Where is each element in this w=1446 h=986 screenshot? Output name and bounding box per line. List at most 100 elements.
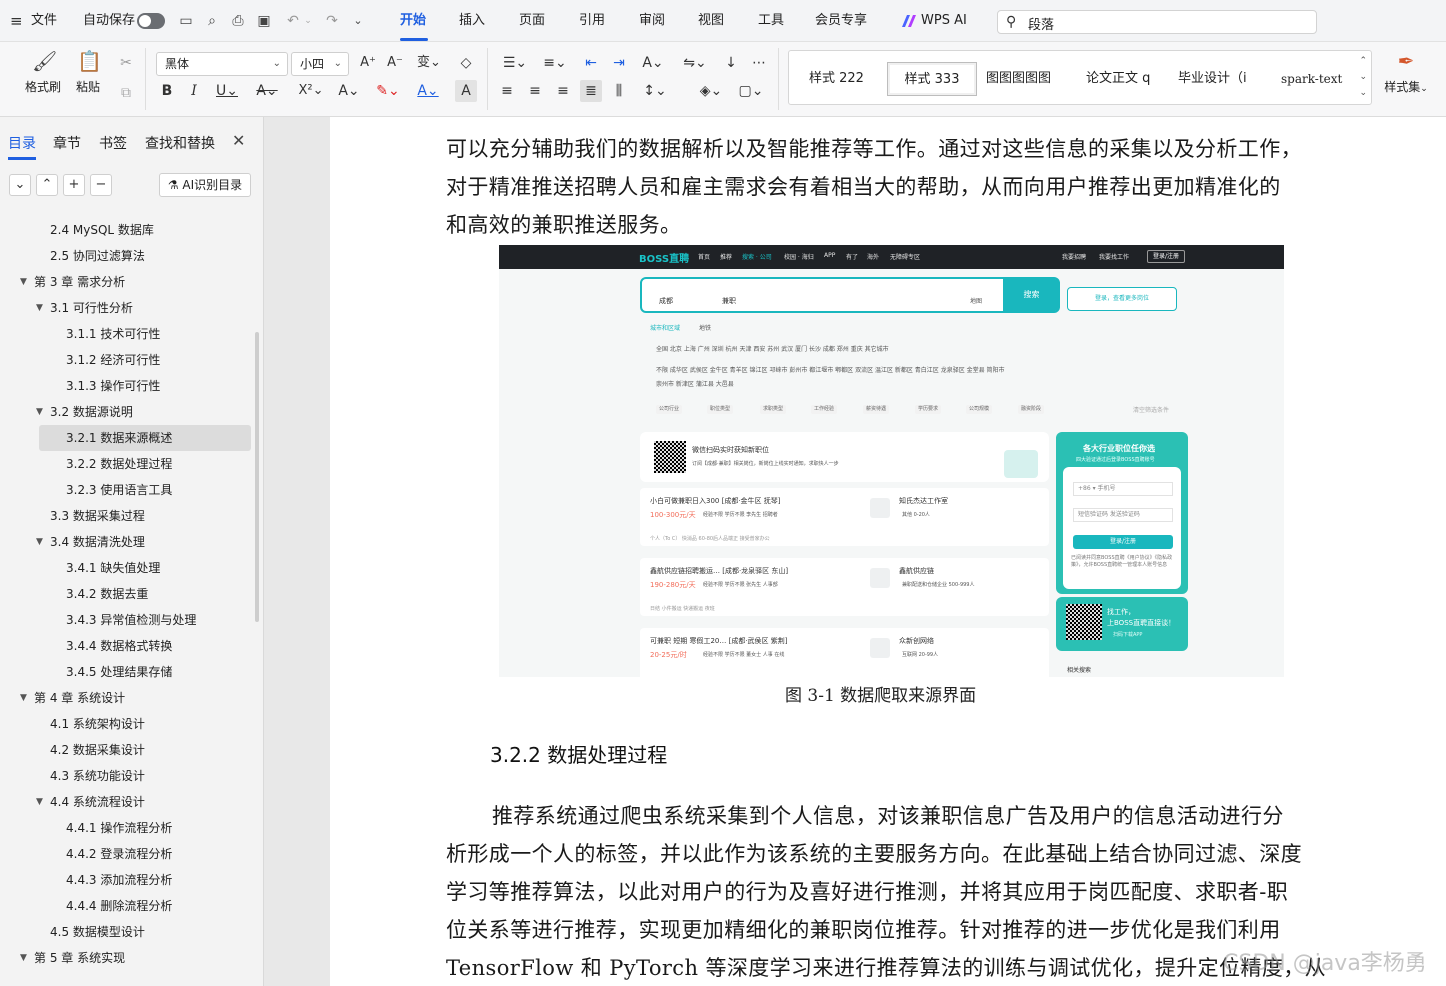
phonetic-guide-icon[interactable]: 变⌄ [414,52,444,74]
save-icon[interactable]: ▭ [178,14,194,28]
expand-up-button[interactable]: ⌃ [36,174,58,196]
nav-tab-chapter[interactable]: 章节 [53,133,81,153]
share-icon[interactable]: ⌕ [204,14,220,28]
paste-button[interactable]: 📋 粘贴 [66,50,110,95]
redo-icon[interactable]: ↷ [324,14,340,28]
undo-icon[interactable]: ↶ [285,14,301,28]
toc-item[interactable]: ▼ 第 3 章 需求分析 [0,269,258,295]
expand-triangle-icon[interactable]: ▼ [20,945,27,971]
tab-insert[interactable]: 插入 [459,0,485,42]
remove-heading-button[interactable]: − [90,174,112,196]
hamburger-icon[interactable]: ≡ [10,0,23,42]
toc-item[interactable]: 4.4.2 登录流程分析 [0,841,258,867]
gallery-down-icon[interactable]: ⌄ [1359,72,1367,82]
expand-triangle-icon[interactable]: ▼ [20,685,27,711]
print-preview-icon[interactable]: ▣ [256,14,272,28]
toc-item[interactable]: ▼ 3.1 可行性分析 [0,295,258,321]
style-set-button[interactable]: ✒ 样式集⌄ [1380,50,1432,95]
increase-indent-icon[interactable]: ⇥ [608,52,630,74]
toc-item[interactable]: 3.4.5 处理结果存储 [0,659,258,685]
toc-item[interactable]: 3.2.3 使用语言工具 [0,477,258,503]
sort-az-icon[interactable]: ↓ [720,52,742,74]
nav-tab-bookmark[interactable]: 书签 [99,133,127,153]
file-menu[interactable]: 文件 [31,0,57,42]
toc-item[interactable]: 3.4.3 异常值检测与处理 [0,607,258,633]
align-left-icon[interactable]: ≡ [496,80,518,102]
copy-icon[interactable]: ⧉ [115,82,137,104]
tab-member[interactable]: 会员专享 [815,0,867,42]
toc-item[interactable]: 4.4.1 操作流程分析 [0,815,258,841]
toc-item[interactable]: ▼ 第 4 章 系统设计 [0,685,258,711]
text-effect-icon[interactable]: A⌄ [334,80,364,102]
toc-item[interactable]: 3.4.1 缺失值处理 [0,555,258,581]
expand-triangle-icon[interactable]: ▼ [36,399,43,425]
border-icon[interactable]: ▢⌄ [736,80,766,102]
toc-item[interactable]: 2.4 MySQL 数据库 [0,217,258,243]
gallery-more-icon[interactable]: ⌄ [1359,88,1367,98]
grow-font-icon[interactable]: A⁺ [357,52,379,74]
nav-tab-toc[interactable]: 目录 [8,133,36,153]
nav-scrollbar[interactable] [255,332,259,622]
bullet-list-icon[interactable]: ☰⌄ [500,52,530,74]
numbered-list-icon[interactable]: ≡⌄ [540,52,570,74]
toc-item[interactable]: 4.4.3 添加流程分析 [0,867,258,893]
toc-item[interactable]: 2.5 协同过滤算法 [0,243,258,269]
font-color-icon[interactable]: A⌄ [413,80,443,102]
style-item[interactable]: 样式 222 [809,62,864,96]
close-icon[interactable]: ✕ [232,131,245,150]
distributed-icon[interactable]: ⫼ [608,80,630,102]
clear-format-icon[interactable]: ◇ [455,52,477,74]
char-shading-icon[interactable]: A [455,80,477,102]
shrink-font-icon[interactable]: A⁻ [384,52,406,74]
font-size-select[interactable]: 小四 ⌄ [291,52,349,76]
style-item[interactable]: spark-text [1281,62,1342,96]
undo-dropdown-icon[interactable]: ⌄ [300,14,316,28]
toc-item[interactable]: 3.2.2 数据处理过程 [0,451,258,477]
show-marks-icon[interactable]: ⋯ [748,52,770,74]
bold-icon[interactable]: B [156,80,178,102]
autosave-toggle[interactable] [137,13,165,29]
style-item[interactable]: 图图图图图 [986,62,1051,96]
style-item-selected[interactable]: 样式 333 [887,62,977,96]
toc-item[interactable]: 3.2.1 数据来源概述 [39,425,251,451]
toc-item[interactable]: 3.1.2 经济可行性 [0,347,258,373]
toc-item[interactable]: 3.3 数据采集过程 [0,503,258,529]
align-right-icon[interactable]: ≡ [552,80,574,102]
align-center-icon[interactable]: ≡ [524,80,546,102]
tab-review[interactable]: 审阅 [639,0,665,42]
print-icon[interactable]: ⎙ [230,14,246,28]
toc-item[interactable]: 4.5 数据模型设计 [0,919,258,945]
text-direction-icon[interactable]: A⌄ [638,52,668,74]
format-painter-button[interactable]: 🖌 格式刷 [21,50,65,95]
toc-item[interactable]: ▼ 第 5 章 系统实现 [0,945,258,971]
toc-item[interactable]: 3.4.2 数据去重 [0,581,258,607]
underline-icon[interactable]: U⌄ [212,80,242,102]
style-item[interactable]: 论文正文 q [1086,62,1150,96]
expand-triangle-icon[interactable]: ▼ [36,529,43,555]
tab-tools[interactable]: 工具 [758,0,784,42]
highlight-color-icon[interactable]: ✎⌄ [373,80,403,102]
toc-item[interactable]: ▼ 4.4 系统流程设计 [0,789,258,815]
toc-item[interactable]: 4.1 系统架构设计 [0,711,258,737]
toc-item[interactable]: 4.3 系统功能设计 [0,763,258,789]
tab-home[interactable]: 开始 [400,0,426,42]
justify-icon[interactable]: ≣ [580,80,602,102]
line-spacing-icon[interactable]: ↕⌄ [640,80,670,102]
font-name-select[interactable]: 黑体 ⌄ [156,52,288,76]
wps-ai-button[interactable]: WPS AI [921,0,967,42]
italic-icon[interactable]: I [183,80,205,102]
gallery-up-icon[interactable]: ⌃ [1359,56,1367,66]
toc-item[interactable]: 4.2 数据采集设计 [0,737,258,763]
command-search[interactable]: ⚲ 段落 [997,10,1317,34]
toc-item[interactable]: ▼ 3.4 数据清洗处理 [0,529,258,555]
toc-item[interactable]: 3.1.3 操作可行性 [0,373,258,399]
quick-access-dropdown-icon[interactable]: ⌄ [350,14,366,28]
strikethrough-icon[interactable]: A⌄ [252,80,282,102]
expand-triangle-icon[interactable]: ▼ [36,295,43,321]
cut-icon[interactable]: ✂ [115,52,137,74]
sort-icon[interactable]: ⇋⌄ [680,52,710,74]
tab-page[interactable]: 页面 [519,0,545,42]
expand-triangle-icon[interactable]: ▼ [36,789,43,815]
superscript-icon[interactable]: X²⌄ [296,80,326,102]
ai-toc-button[interactable]: ⚗ AI识别目录 [159,173,251,197]
